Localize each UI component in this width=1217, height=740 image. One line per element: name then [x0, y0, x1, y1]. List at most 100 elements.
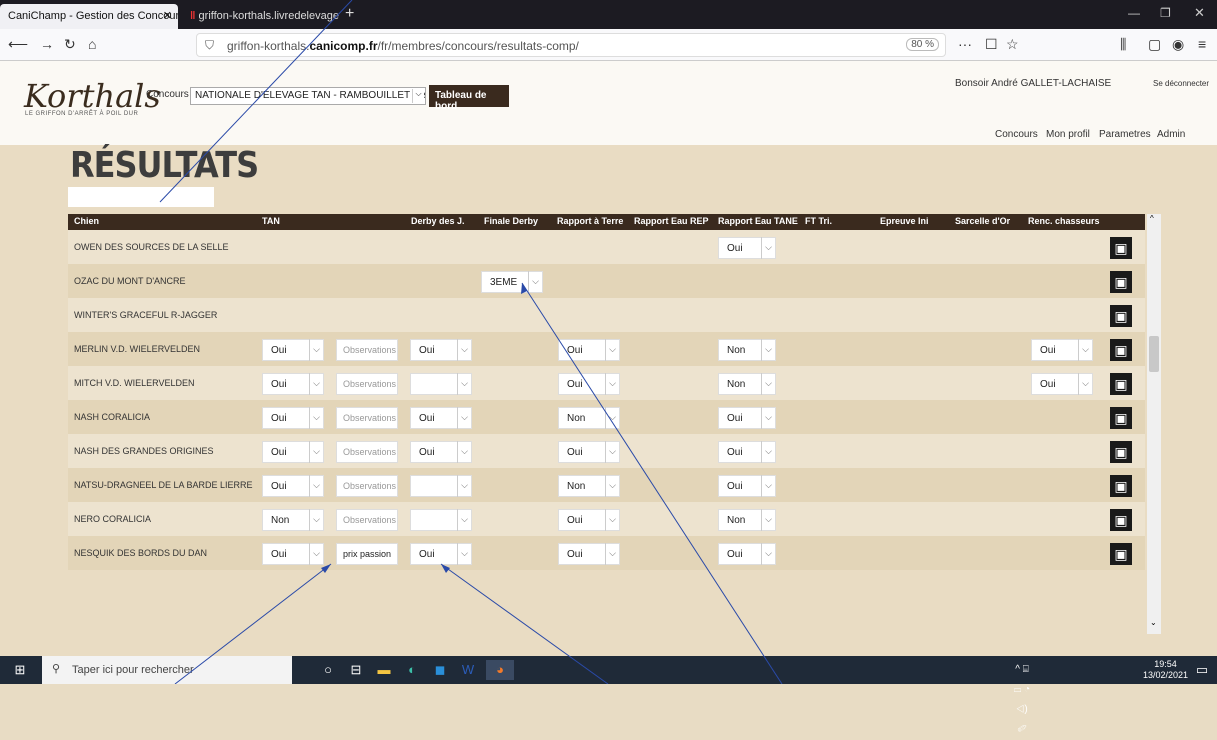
dog-name: NASH DES GRANDES ORIGINES: [74, 446, 214, 456]
scroll-down-icon[interactable]: ⌄: [1150, 618, 1157, 627]
rapport-eau-tane-select[interactable]: Oui ⌵: [718, 441, 776, 463]
rapport-terre-select[interactable]: Oui ⌵: [558, 441, 620, 463]
rapport-eau-tane-select[interactable]: Non ⌵: [718, 339, 776, 361]
minimize-icon[interactable]: —: [1128, 6, 1140, 20]
derby-select[interactable]: ⌵: [410, 373, 472, 395]
library-icon[interactable]: ⫼: [1120, 36, 1126, 53]
tan-select[interactable]: Oui ⌵: [262, 543, 324, 565]
tan-select[interactable]: Oui ⌵: [262, 441, 324, 463]
nav-admin[interactable]: Admin: [1157, 129, 1185, 140]
finale-derby-select[interactable]: 3EME ⌵: [481, 271, 543, 293]
table-scrollbar[interactable]: ^ ⌄: [1147, 214, 1161, 634]
rapport-eau-tane-select[interactable]: Oui ⌵: [718, 543, 776, 565]
rapport-eau-tane-select[interactable]: Non ⌵: [718, 509, 776, 531]
windows-start-icon[interactable]: ⊞: [10, 660, 30, 680]
rapport-terre-select[interactable]: Non ⌵: [558, 475, 620, 497]
new-tab-icon[interactable]: +: [345, 5, 354, 23]
firefox-icon[interactable]: ◕: [486, 660, 514, 680]
observations-input[interactable]: prix passion: [336, 543, 398, 565]
maximize-icon[interactable]: ❐: [1160, 6, 1171, 20]
chevron-down-icon: ⌵: [528, 271, 542, 293]
derby-select[interactable]: Oui ⌵: [410, 441, 472, 463]
table-row: NESQUIK DES BORDS DU DAN Oui ⌵ prix passion…: [68, 536, 1145, 570]
account-icon[interactable]: ◉: [1172, 36, 1184, 53]
outlook-icon[interactable]: ◼: [430, 660, 450, 680]
pocket-icon[interactable]: ☐: [985, 36, 998, 53]
nav-parametres[interactable]: Parametres: [1099, 129, 1151, 140]
save-icon[interactable]: ▣: [1110, 475, 1132, 497]
save-icon[interactable]: ▣: [1110, 407, 1132, 429]
scroll-up-icon[interactable]: ^: [1150, 214, 1154, 223]
observations-input[interactable]: Observations: [336, 373, 398, 395]
system-tray-icons[interactable]: ^ ⌸ ▭ ◔ ◁) ✐: [1012, 660, 1032, 735]
bookmark-star-icon[interactable]: ☆: [1006, 36, 1019, 53]
concours-select[interactable]: NATIONALE D'ELEVAGE TAN - RAMBOUILLET es…: [190, 87, 426, 105]
observations-input[interactable]: Observations: [336, 407, 398, 429]
rapport-eau-tane-select[interactable]: Oui ⌵: [718, 237, 776, 259]
task-view-icon[interactable]: ⊟: [346, 660, 366, 680]
tan-select[interactable]: Oui ⌵: [262, 339, 324, 361]
observations-input[interactable]: Observations: [336, 441, 398, 463]
clock[interactable]: 19:54 13/02/2021: [1143, 659, 1188, 681]
close-icon[interactable]: ✕: [163, 9, 172, 22]
dog-name: MITCH V.D. WIELERVELDEN: [74, 378, 195, 388]
derby-select[interactable]: Oui ⌵: [410, 543, 472, 565]
finale-derby-select-value: 3EME: [490, 277, 518, 288]
observations-input[interactable]: Observations: [336, 509, 398, 531]
save-icon[interactable]: ▣: [1110, 305, 1132, 327]
cortana-icon[interactable]: ○: [318, 660, 338, 680]
rapport-eau-tane-select[interactable]: Oui ⌵: [718, 475, 776, 497]
menu-icon[interactable]: ≡: [1198, 36, 1206, 52]
reload-icon[interactable]: ↻: [64, 36, 76, 53]
rapport-terre-select[interactable]: Oui ⌵: [558, 543, 620, 565]
zoom-level[interactable]: 80 %: [906, 38, 939, 51]
back-icon[interactable]: ⟵: [8, 36, 28, 53]
tan-select[interactable]: Non ⌵: [262, 509, 324, 531]
rapport-terre-select[interactable]: Oui ⌵: [558, 509, 620, 531]
save-icon[interactable]: ▣: [1110, 373, 1132, 395]
forward-icon[interactable]: →: [40, 36, 54, 52]
rapport-eau-tane-select[interactable]: Oui ⌵: [718, 407, 776, 429]
more-actions-icon[interactable]: ···: [958, 36, 972, 52]
tab-canichamp[interactable]: CaniChamp - Gestion des Concour ✕: [0, 4, 178, 29]
save-icon[interactable]: ▣: [1110, 237, 1132, 259]
save-icon[interactable]: ▣: [1110, 441, 1132, 463]
renc-chasseurs-select[interactable]: Oui ⌵: [1031, 373, 1093, 395]
url-bar[interactable]: ⛉ griffon-korthals.canicomp.fr/fr/membre…: [196, 33, 946, 57]
file-explorer-icon[interactable]: ▬: [374, 660, 394, 680]
scroll-thumb[interactable]: [1149, 336, 1159, 372]
derby-select[interactable]: Oui ⌵: [410, 339, 472, 361]
tableau-de-bord-button[interactable]: Tableau de bord: [429, 85, 509, 112]
edge-icon[interactable]: ◐: [402, 660, 422, 680]
tab-griffon[interactable]: ‖ griffon-korthals.livredelevage: [182, 4, 342, 29]
logo[interactable]: Korthals: [24, 77, 161, 115]
derby-select[interactable]: Oui ⌵: [410, 407, 472, 429]
filter-input[interactable]: [68, 187, 214, 207]
taskbar-search[interactable]: ⚲ Taper ici pour rechercher: [42, 656, 292, 684]
derby-select[interactable]: ⌵: [410, 509, 472, 531]
rapport-terre-select[interactable]: Oui ⌵: [558, 339, 620, 361]
save-icon[interactable]: ▣: [1110, 509, 1132, 531]
save-icon[interactable]: ▣: [1110, 339, 1132, 361]
dog-name: NATSU-DRAGNEEL DE LA BARDE LIERRE: [74, 480, 253, 490]
logout-link[interactable]: Se déconnecter: [1153, 79, 1209, 88]
derby-select[interactable]: ⌵: [410, 475, 472, 497]
rapport-eau-tane-select[interactable]: Non ⌵: [718, 373, 776, 395]
notifications-icon[interactable]: ▭: [1192, 660, 1212, 680]
observations-input[interactable]: Observations: [336, 475, 398, 497]
rapport-terre-select[interactable]: Non ⌵: [558, 407, 620, 429]
observations-input[interactable]: Observations: [336, 339, 398, 361]
rapport-terre-select[interactable]: Oui ⌵: [558, 373, 620, 395]
save-icon[interactable]: ▣: [1110, 271, 1132, 293]
window-close-icon[interactable]: ✕: [1194, 5, 1205, 21]
tan-select[interactable]: Oui ⌵: [262, 475, 324, 497]
nav-concours[interactable]: Concours: [995, 129, 1038, 140]
save-icon[interactable]: ▣: [1110, 543, 1132, 565]
word-icon[interactable]: W: [458, 660, 478, 680]
sidebar-icon[interactable]: ▢: [1148, 36, 1161, 53]
home-icon[interactable]: ⌂: [88, 36, 96, 52]
renc-chasseurs-select[interactable]: Oui ⌵: [1031, 339, 1093, 361]
nav-mon-profil[interactable]: Mon profil: [1046, 129, 1090, 140]
tan-select[interactable]: Oui ⌵: [262, 373, 324, 395]
tan-select[interactable]: Oui ⌵: [262, 407, 324, 429]
